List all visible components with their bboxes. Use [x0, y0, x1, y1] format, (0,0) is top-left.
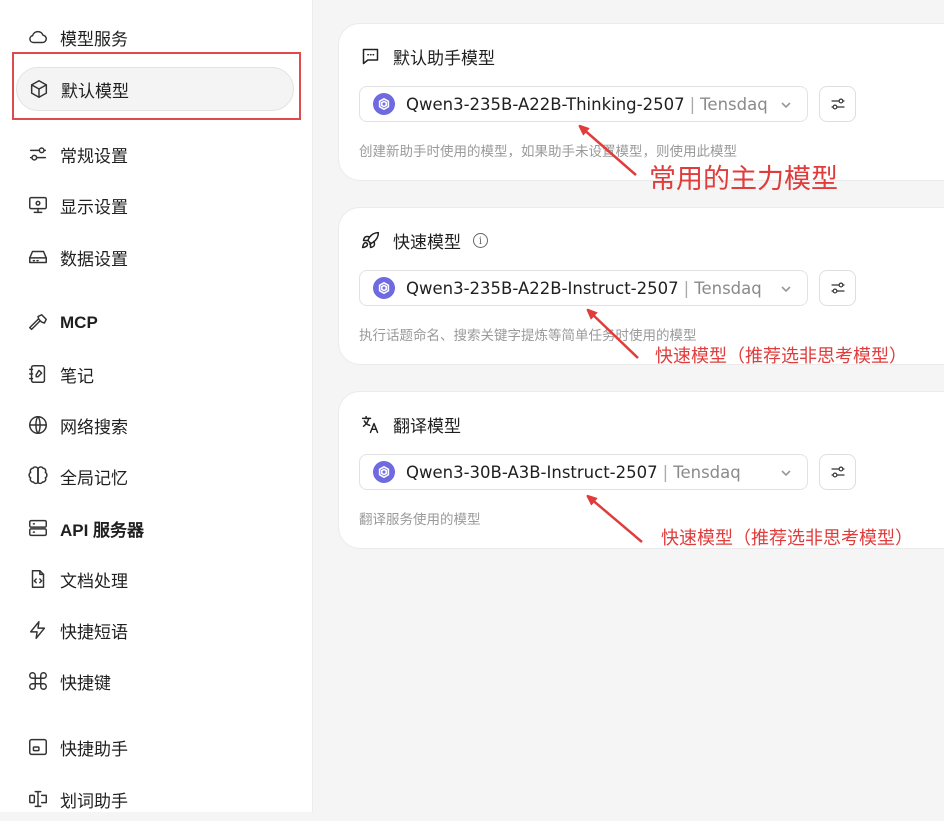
sidebar-item-data-settings[interactable]: 数据设置	[16, 235, 294, 279]
sidebar-item-quick-assistant[interactable]: 快捷助手	[16, 725, 294, 769]
chevron-down-icon	[779, 281, 793, 295]
zap-icon	[26, 618, 50, 642]
model-name: Qwen3-235B-A22B-Thinking-2507	[406, 94, 685, 114]
sidebar-item-label: 网络搜索	[60, 417, 128, 438]
card-title-text: 翻译模型	[393, 417, 461, 437]
chevron-down-icon	[779, 465, 793, 479]
settings-sidebar: 模型服务 默认模型 常规设置 显示设置 数据设置 MCP 笔记 网络搜索 全局记…	[0, 0, 313, 812]
monitor-gear-icon	[26, 193, 50, 217]
sidebar-item-api-server[interactable]: API 服务器	[16, 506, 294, 550]
annotation-fast-model: 快速模型（推荐选非思考模型）	[655, 346, 907, 367]
sidebar-item-label: 显示设置	[60, 197, 128, 218]
card-title: 快速模型 i	[359, 228, 488, 253]
fast-model-select[interactable]: Qwen3-235B-A22B-Instruct-2507 | Tensdaq	[359, 270, 808, 306]
translation-model-select[interactable]: Qwen3-30B-A3B-Instruct-2507 | Tensdaq	[359, 454, 808, 490]
card-title-text: 默认助手模型	[393, 49, 495, 69]
sidebar-item-global-memory[interactable]: 全局记忆	[16, 454, 294, 498]
sidebar-item-quick-phrases[interactable]: 快捷短语	[16, 608, 294, 652]
model-settings-button[interactable]	[819, 86, 856, 122]
sidebar-item-label: API 服务器	[60, 520, 145, 540]
app-window-icon	[26, 735, 50, 759]
sidebar-item-label: 快捷短语	[60, 622, 128, 643]
info-icon[interactable]: i	[473, 233, 488, 248]
card-title-text: 快速模型	[393, 233, 461, 253]
sidebar-item-label: 文档处理	[60, 571, 128, 592]
sidebar-item-web-search[interactable]: 网络搜索	[16, 403, 294, 447]
sidebar-item-selection-assistant[interactable]: 划词助手	[16, 777, 294, 821]
sliders-icon	[830, 466, 845, 478]
model-name: Qwen3-235B-A22B-Instruct-2507	[406, 278, 679, 298]
notebook-icon	[26, 362, 50, 386]
sidebar-item-notes[interactable]: 笔记	[16, 352, 294, 396]
separator: |	[662, 462, 669, 482]
card-hint: 翻译服务使用的模型	[359, 512, 481, 528]
rocket-icon	[359, 230, 381, 252]
sidebar-item-label: 全局记忆	[60, 468, 128, 489]
sliders-icon	[830, 98, 845, 110]
model-name: Qwen3-30B-A3B-Instruct-2507	[406, 462, 658, 482]
sidebar-item-label: 模型服务	[60, 29, 128, 50]
command-icon	[26, 669, 50, 693]
chevron-down-icon	[779, 97, 793, 111]
annotation-main-model: 常用的主力模型	[649, 164, 838, 195]
provider-name: Tensdaq	[673, 462, 741, 482]
sidebar-item-shortcuts[interactable]: 快捷键	[16, 659, 294, 703]
sidebar-item-label: 数据设置	[60, 249, 128, 270]
sidebar-item-general-settings[interactable]: 常规设置	[16, 132, 294, 176]
model-settings-button[interactable]	[819, 270, 856, 306]
sliders-icon	[830, 282, 845, 294]
hammer-icon	[26, 311, 50, 335]
sidebar-item-label: 划词助手	[60, 791, 128, 812]
card-default-assistant-model: 默认助手模型 Qwen3-235B-A22B-Thinking-2507 | T…	[338, 23, 944, 181]
sliders-icon	[26, 142, 50, 166]
sidebar-item-display-settings[interactable]: 显示设置	[16, 183, 294, 227]
model-settings-button[interactable]	[819, 454, 856, 490]
provider-name: Tensdaq	[700, 94, 768, 114]
separator: |	[689, 94, 696, 114]
qwen-logo-icon	[373, 461, 395, 483]
cloud-icon	[26, 25, 50, 49]
sidebar-item-label: 常规设置	[60, 146, 128, 167]
message-square-icon	[359, 46, 381, 68]
default-assistant-model-select[interactable]: Qwen3-235B-A22B-Thinking-2507 | Tensdaq	[359, 86, 808, 122]
provider-name: Tensdaq	[694, 278, 762, 298]
annotation-highlight-box	[12, 52, 301, 120]
globe-icon	[26, 413, 50, 437]
hard-drive-icon	[26, 245, 50, 269]
card-title: 默认助手模型	[359, 44, 495, 69]
separator: |	[683, 278, 690, 298]
brain-icon	[26, 464, 50, 488]
sidebar-item-label: MCP	[60, 313, 98, 332]
text-cursor-icon	[26, 787, 50, 811]
sidebar-item-label: 快捷助手	[60, 739, 128, 760]
qwen-logo-icon	[373, 93, 395, 115]
qwen-logo-icon	[373, 277, 395, 299]
annotation-translation-model: 快速模型（推荐选非思考模型）	[661, 528, 913, 549]
card-title: 翻译模型	[359, 412, 461, 437]
server-icon	[26, 516, 50, 540]
file-code-icon	[26, 567, 50, 591]
sidebar-item-label: 快捷键	[60, 673, 111, 694]
sidebar-item-document-processing[interactable]: 文档处理	[16, 557, 294, 601]
sidebar-item-mcp[interactable]: MCP	[16, 301, 294, 345]
card-hint: 执行话题命名、搜索关键字提炼等简单任务时使用的模型	[359, 328, 697, 344]
languages-icon	[359, 414, 381, 436]
sidebar-item-label: 笔记	[60, 366, 94, 387]
